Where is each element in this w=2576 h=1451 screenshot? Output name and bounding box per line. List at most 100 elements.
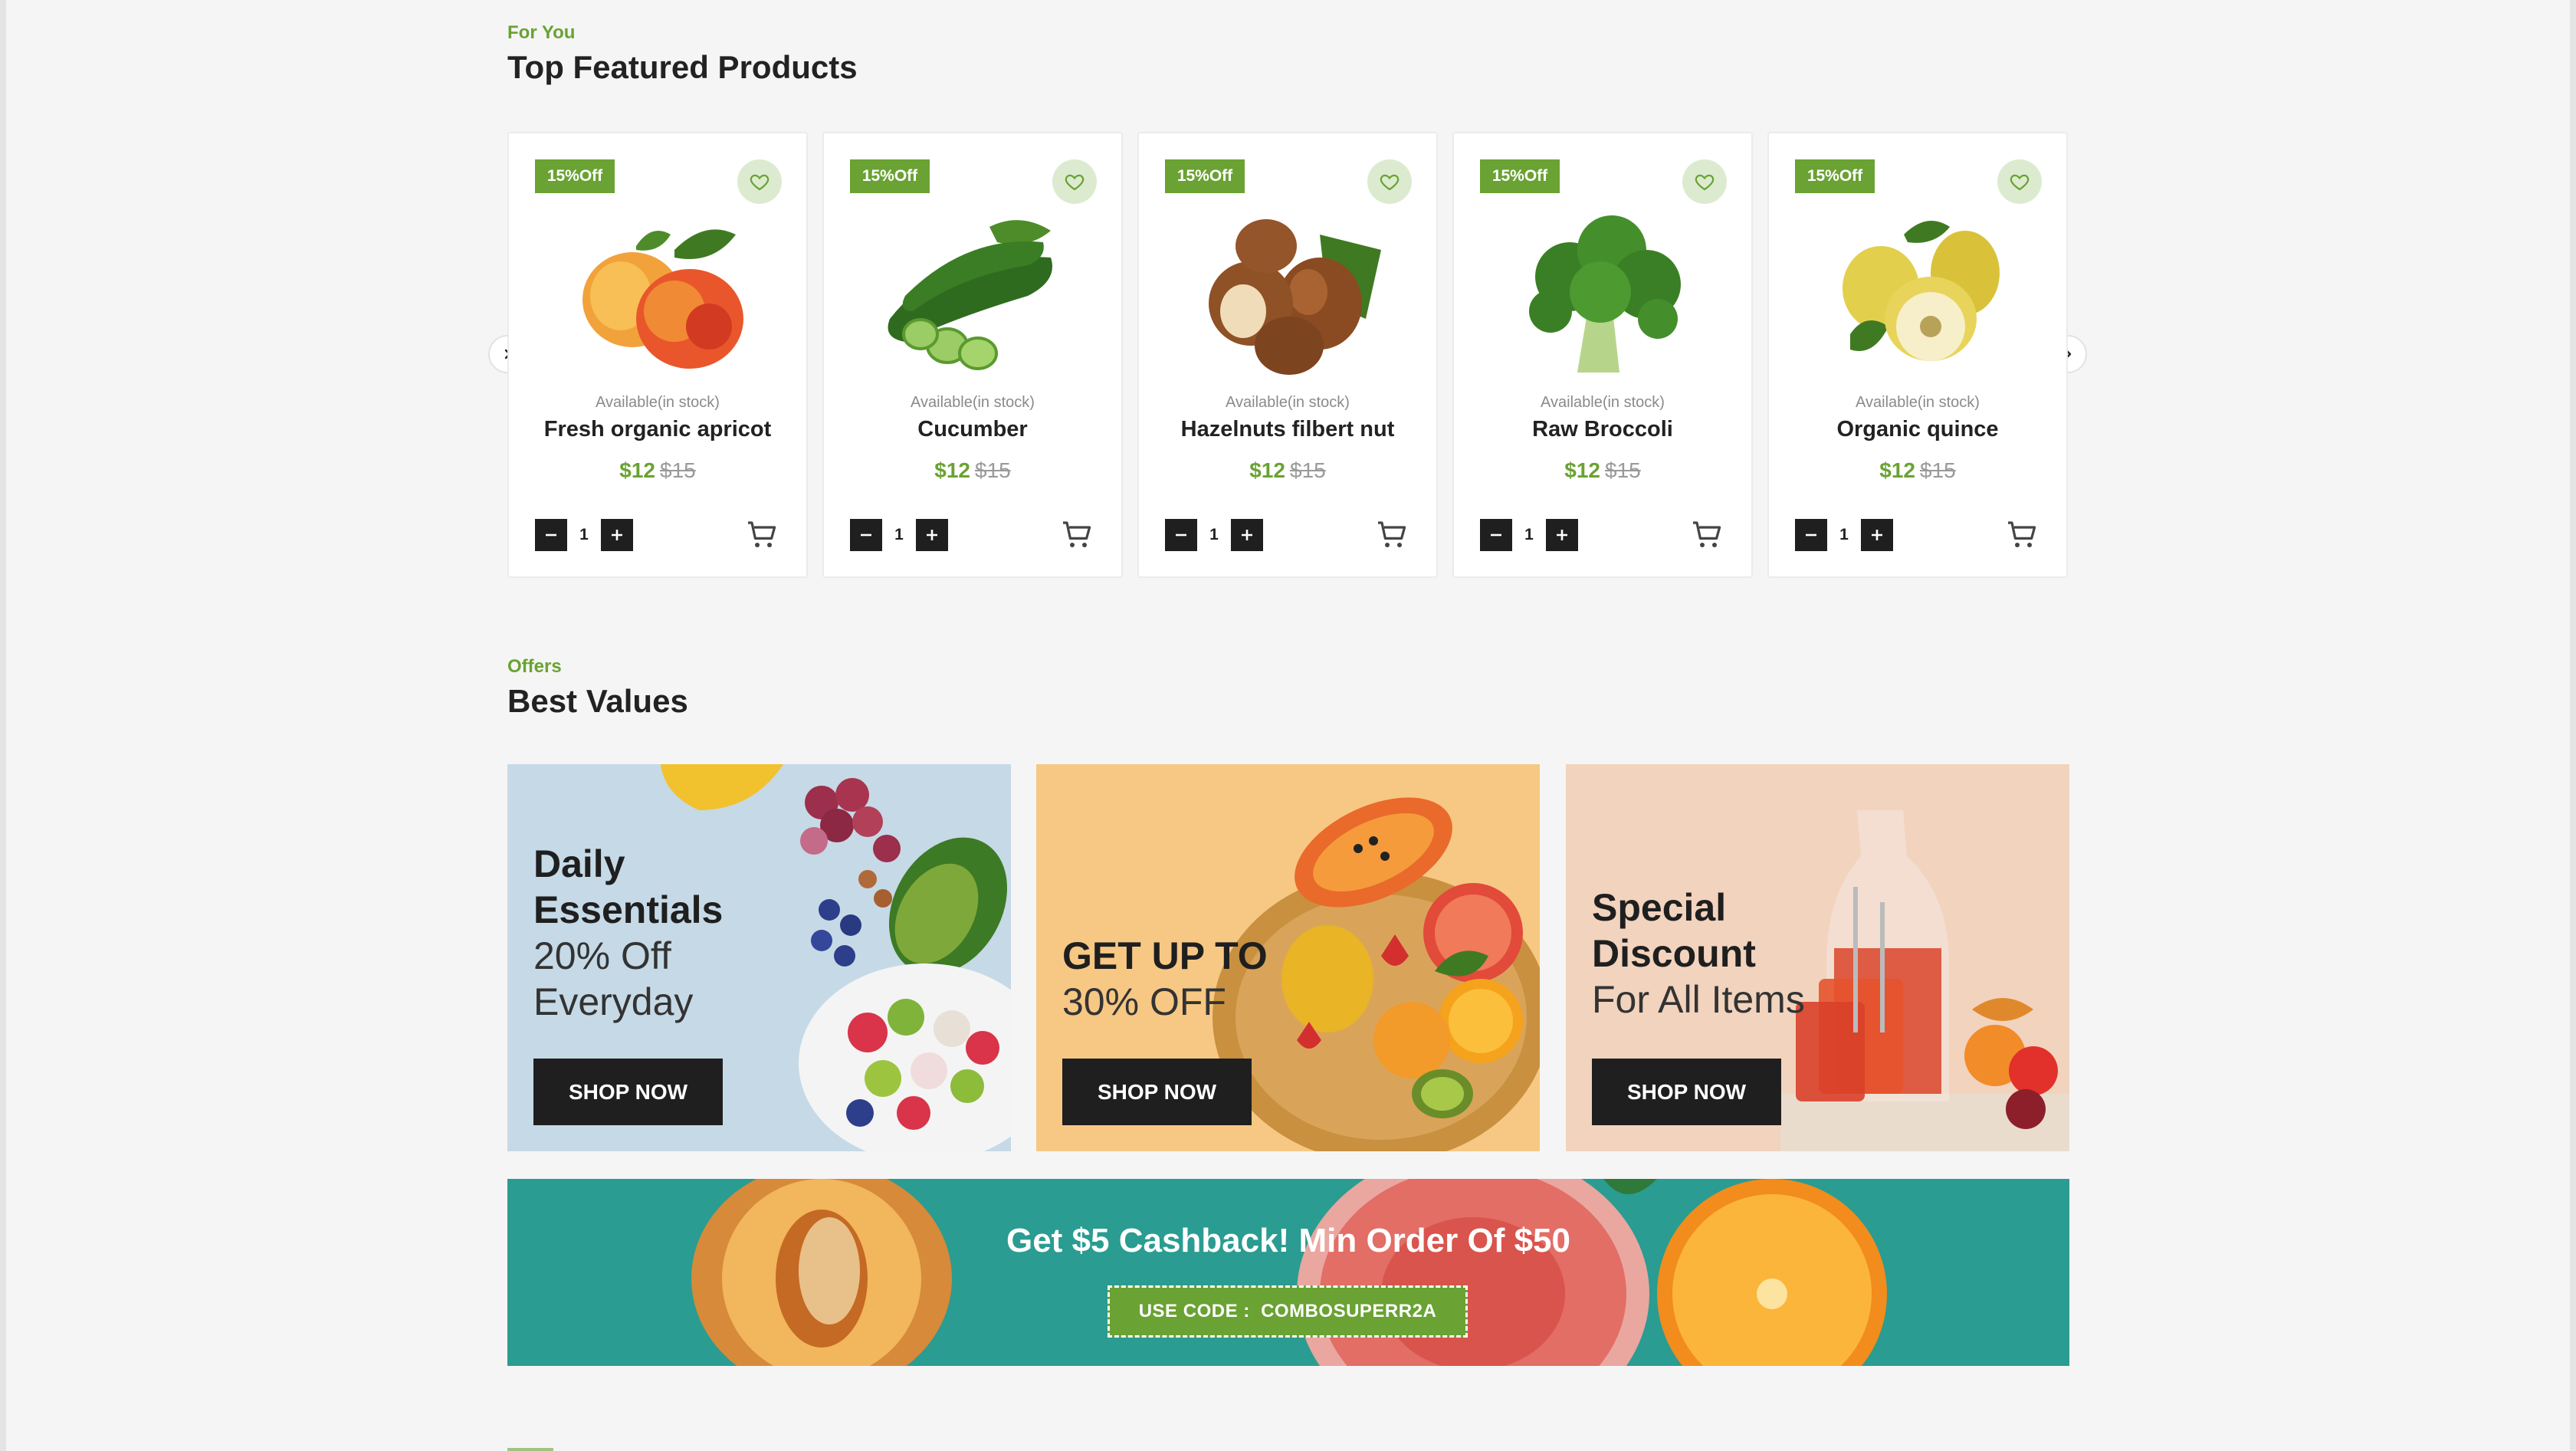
quantity-decrease-button[interactable] [1795, 519, 1827, 551]
plus-icon [927, 530, 937, 540]
discount-badge: 15%Off [535, 159, 615, 193]
product-price: $12 $15 [1769, 458, 2066, 483]
heart-icon [1380, 174, 1400, 191]
featured-title: Top Featured Products [507, 49, 858, 85]
cart-icon[interactable] [743, 517, 780, 553]
discount-badge: 15%Off [850, 159, 930, 193]
quantity-increase-button[interactable] [601, 519, 633, 551]
quantity-value: 1 [1839, 526, 1849, 543]
tile-headline: Discount [1592, 932, 1756, 975]
product-name[interactable]: Fresh organic apricot [509, 417, 806, 442]
hazelnut-image [1209, 219, 1381, 375]
coupon-label: USE CODE : [1138, 1301, 1250, 1321]
tile-headline: Special [1592, 886, 1727, 929]
stock-status: Available(in stock) [911, 394, 1035, 411]
plus-icon [1557, 530, 1567, 540]
original-price: $15 [1920, 458, 1956, 482]
cart-icon[interactable] [2003, 517, 2040, 553]
product-card[interactable]: 15%Off Available(in stock) Fresh organic… [507, 132, 808, 578]
product-price: $12 $15 [1454, 458, 1751, 483]
tile-text: Special Discount For All Items [1592, 885, 1805, 1023]
product-card[interactable]: 15%Off Available(in stock) Organic quinc… [1767, 132, 2068, 578]
next-section-eyebrow-partial [507, 1441, 569, 1451]
quantity-increase-button[interactable] [1231, 519, 1263, 551]
minus-icon [1806, 533, 1816, 537]
quantity-decrease-button[interactable] [1480, 519, 1512, 551]
quantity-decrease-button[interactable] [535, 519, 567, 551]
cart-icon[interactable] [1373, 517, 1410, 553]
quantity-value: 1 [579, 526, 589, 543]
minus-icon [546, 533, 556, 537]
broccoli-image [1529, 215, 1681, 373]
current-price: $12 [1879, 458, 1915, 482]
offer-tile-daily-essentials[interactable]: Daily Essentials 20% Off Everyday SHOP N… [507, 764, 1011, 1151]
offers-eyebrow: Offers [507, 656, 562, 677]
discount-badge: 15%Off [1480, 159, 1560, 193]
product-name[interactable]: Raw Broccoli [1454, 417, 1751, 442]
cashback-title: Get $5 Cashback! Min Order Of $50 [1006, 1222, 1571, 1259]
shop-now-button[interactable]: SHOP NOW [1062, 1059, 1252, 1125]
wishlist-button[interactable] [737, 159, 782, 204]
product-card[interactable]: 15%Off Available(in stock) Hazelnuts fil… [1137, 132, 1438, 578]
stock-status: Available(in stock) [1856, 394, 1980, 411]
minus-icon [1176, 533, 1186, 537]
tile-subline: 20% Off [533, 934, 671, 977]
wishlist-button[interactable] [1367, 159, 1412, 204]
tile-subline: 30% OFF [1062, 980, 1226, 1023]
product-price: $12 $15 [509, 458, 806, 483]
product-price: $12 $15 [1139, 458, 1436, 483]
featured-product-carousel: 15%Off Available(in stock) Fresh organic… [507, 132, 2069, 578]
stock-status: Available(in stock) [1226, 394, 1350, 411]
tile-headline: Daily [533, 842, 625, 885]
featured-eyebrow: For You [507, 22, 576, 43]
tile-subline: Everyday [533, 980, 694, 1023]
current-price: $12 [1249, 458, 1285, 482]
original-price: $15 [660, 458, 696, 482]
quantity-increase-button[interactable] [1546, 519, 1578, 551]
offer-tile-get-up-to[interactable]: GET UP TO 30% OFF SHOP NOW [1036, 764, 1540, 1151]
quantity-decrease-button[interactable] [1165, 519, 1197, 551]
page-right-edge [2570, 0, 2576, 1451]
quantity-decrease-button[interactable] [850, 519, 882, 551]
page-left-edge [0, 0, 6, 1451]
offer-tile-special-discount[interactable]: Special Discount For All Items SHOP NOW [1566, 764, 2069, 1151]
heart-icon [750, 174, 770, 191]
quantity-increase-button[interactable] [916, 519, 948, 551]
wishlist-button[interactable] [1997, 159, 2042, 204]
minus-icon [861, 533, 871, 537]
apricot-image [582, 229, 743, 369]
shop-now-button[interactable]: SHOP NOW [1592, 1059, 1781, 1125]
tile-text: Daily Essentials 20% Off Everyday [533, 841, 723, 1025]
tile-headline: Essentials [533, 888, 724, 931]
plus-icon [1242, 530, 1252, 540]
tile-text: GET UP TO 30% OFF [1062, 933, 1268, 1025]
shop-now-button[interactable]: SHOP NOW [533, 1059, 723, 1125]
original-price: $15 [975, 458, 1011, 482]
current-price: $12 [1564, 458, 1600, 482]
current-price: $12 [934, 458, 970, 482]
product-name[interactable]: Organic quince [1769, 417, 2066, 442]
quince-image [1843, 221, 2000, 361]
wishlist-button[interactable] [1052, 159, 1097, 204]
cart-icon[interactable] [1688, 517, 1725, 553]
product-card[interactable]: 15%Off Available(in stock) Cucumber $12 $… [822, 132, 1123, 578]
heart-icon [2010, 174, 2030, 191]
cucumber-image [888, 220, 1052, 370]
discount-badge: 15%Off [1795, 159, 1875, 193]
cart-icon[interactable] [1058, 517, 1095, 553]
wishlist-button[interactable] [1682, 159, 1727, 204]
current-price: $12 [619, 458, 655, 482]
plus-icon [612, 530, 622, 540]
product-price: $12 $15 [824, 458, 1121, 483]
product-name[interactable]: Hazelnuts filbert nut [1139, 417, 1436, 442]
offers-title: Best Values [507, 683, 688, 719]
plus-icon [1872, 530, 1882, 540]
stock-status: Available(in stock) [1541, 394, 1665, 411]
product-card[interactable]: 15%Off Available(in stock) Raw Broccoli … [1452, 132, 1753, 578]
product-name[interactable]: Cucumber [824, 417, 1121, 442]
quantity-increase-button[interactable] [1861, 519, 1893, 551]
tile-headline: GET UP TO [1062, 934, 1268, 977]
quantity-value: 1 [894, 526, 904, 543]
coupon-code-box[interactable]: USE CODE : COMBOSUPERR2A [1108, 1285, 1468, 1338]
cashback-banner[interactable]: Get $5 Cashback! Min Order Of $50 USE CO… [507, 1179, 2069, 1366]
